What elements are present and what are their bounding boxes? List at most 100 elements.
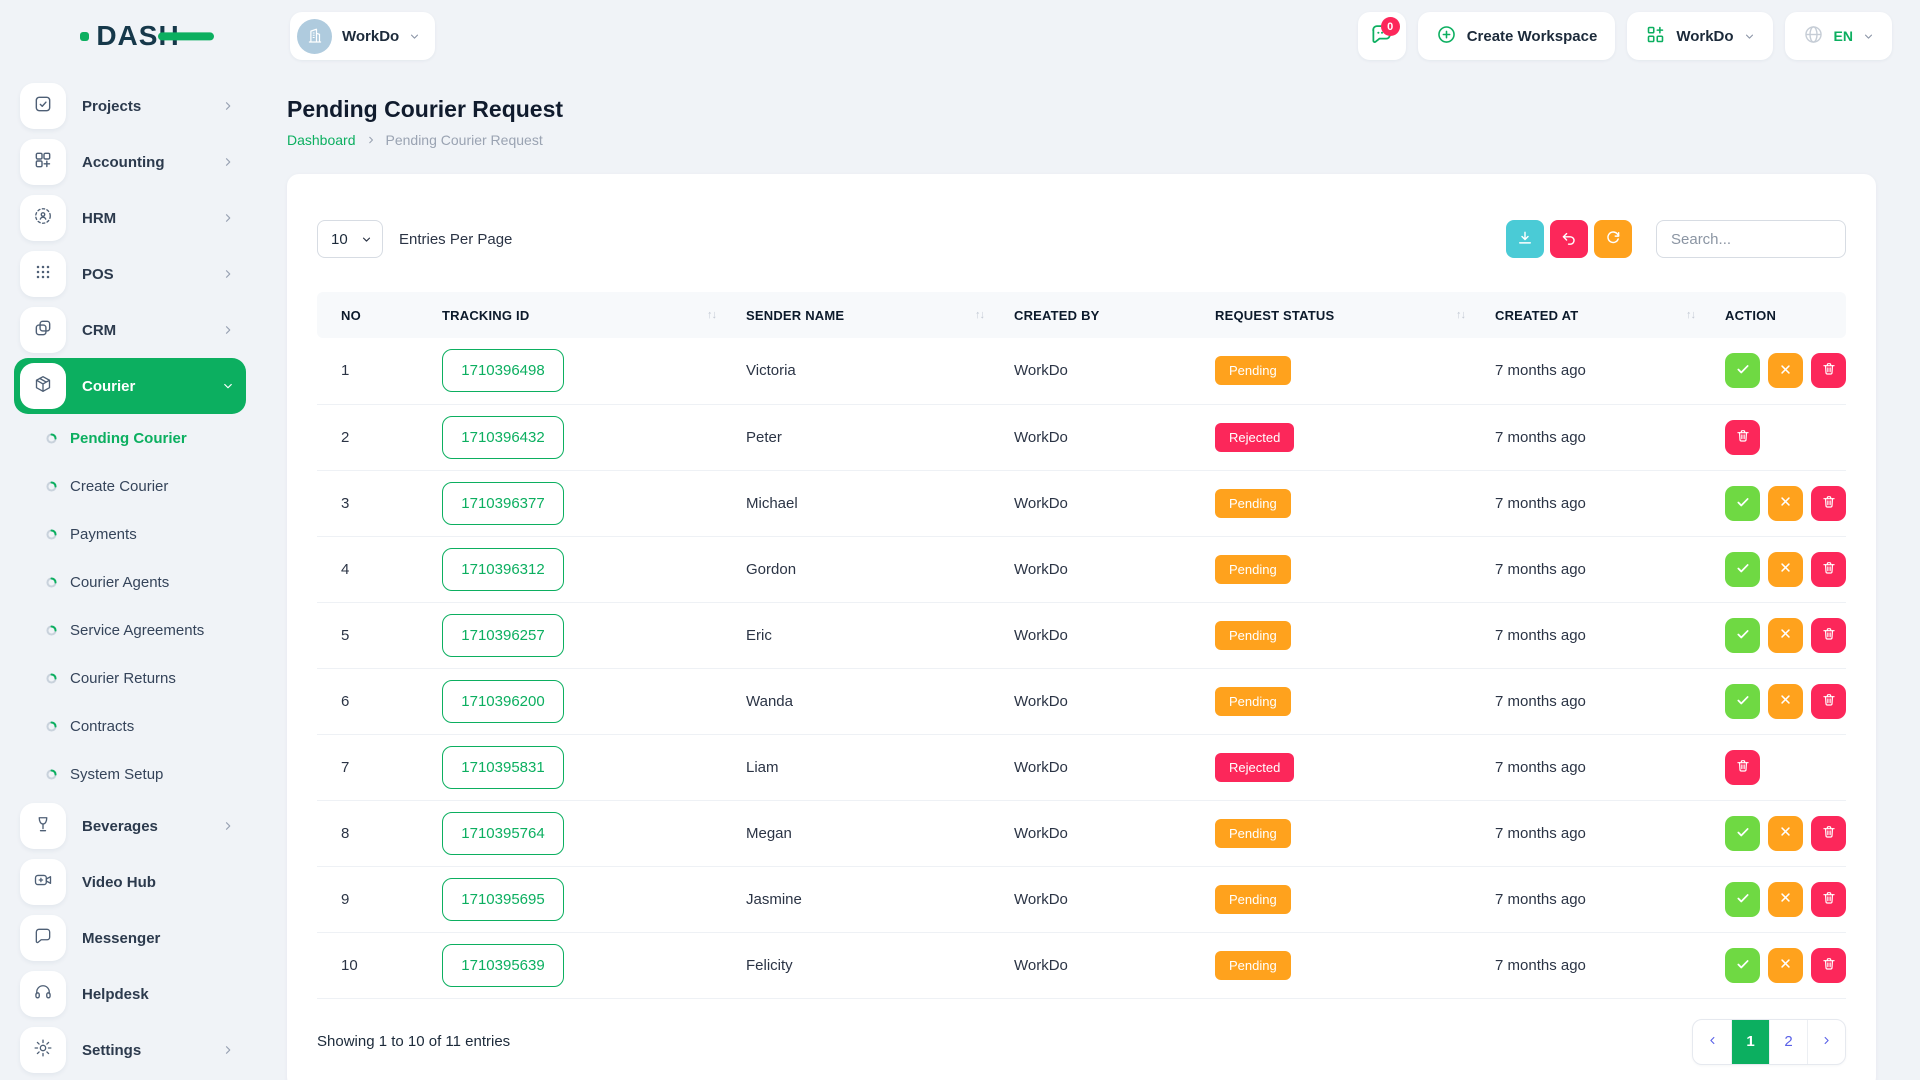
delete-button[interactable] (1811, 618, 1846, 653)
approve-button[interactable] (1725, 684, 1760, 719)
reject-button[interactable] (1768, 948, 1803, 983)
workdo-menu-button[interactable]: WorkDo (1627, 12, 1772, 60)
undo-toolbar-button[interactable] (1550, 220, 1588, 258)
page-button-2[interactable]: 2 (1769, 1020, 1807, 1064)
approve-button[interactable] (1725, 948, 1760, 983)
trash-icon (1821, 824, 1837, 843)
reject-button[interactable] (1768, 552, 1803, 587)
workspace-selector[interactable]: WorkDo (290, 12, 435, 60)
search-input[interactable] (1656, 220, 1846, 258)
sidebar-subitem-courier-agents[interactable]: Courier Agents (14, 558, 246, 606)
tracking-id-button[interactable]: 1710396312 (442, 548, 564, 591)
cell-no: 5 (317, 602, 442, 668)
sidebar-subitem-courier-returns[interactable]: Courier Returns (14, 654, 246, 702)
sidebar-item-icon (33, 374, 53, 399)
reject-button[interactable] (1768, 882, 1803, 917)
reject-button[interactable] (1768, 684, 1803, 719)
sidebar-item-pos[interactable]: POS (14, 246, 246, 302)
messages-button[interactable]: 0 (1358, 12, 1406, 60)
next-page-button[interactable] (1807, 1020, 1845, 1064)
sort-icon[interactable]: ↑↓ (1686, 309, 1695, 321)
sidebar-subitem-service-agreements[interactable]: Service Agreements (14, 606, 246, 654)
column-header-action[interactable]: ACTION (1725, 292, 1846, 338)
approve-button[interactable] (1725, 486, 1760, 521)
language-label: EN (1834, 28, 1853, 44)
delete-button[interactable] (1811, 486, 1846, 521)
reject-button[interactable] (1768, 816, 1803, 851)
sort-icon[interactable]: ↑↓ (707, 309, 716, 321)
tracking-id-button[interactable]: 1710395764 (442, 812, 564, 855)
sidebar-subitem-label: Pending Courier (70, 430, 187, 447)
sidebar-item-hrm[interactable]: HRM (14, 190, 246, 246)
delete-button[interactable] (1725, 750, 1760, 785)
sidebar-item-helpdesk[interactable]: Helpdesk (14, 966, 246, 1022)
breadcrumb-current: Pending Courier Request (386, 132, 543, 148)
column-header-request-status[interactable]: REQUEST STATUS ↑↓ (1215, 292, 1495, 338)
cell-created-at: 7 months ago (1495, 536, 1725, 602)
sidebar-item-crm[interactable]: CRM (14, 302, 246, 358)
delete-button[interactable] (1811, 552, 1846, 587)
delete-button[interactable] (1725, 420, 1760, 455)
approve-button[interactable] (1725, 618, 1760, 653)
sort-icon[interactable]: ↑↓ (975, 309, 984, 321)
sort-icon[interactable]: ↑↓ (1456, 309, 1465, 321)
delete-button[interactable] (1811, 816, 1846, 851)
tracking-id-button[interactable]: 1710396200 (442, 680, 564, 723)
sidebar-subitem-create-courier[interactable]: Create Courier (14, 462, 246, 510)
sidebar-item-courier[interactable]: Courier (14, 358, 246, 414)
courier-requests-table: NO TRACKING ID ↑↓ SENDER NAME ↑↓ CREATED… (317, 292, 1846, 999)
tracking-id-button[interactable]: 1710395639 (442, 944, 564, 987)
reject-button[interactable] (1768, 353, 1803, 388)
create-workspace-button[interactable]: Create Workspace (1418, 12, 1616, 60)
table-row: 5 1710396257 Eric WorkDo Pending 7 month… (317, 602, 1846, 668)
column-header-created-at[interactable]: CREATED AT ↑↓ (1495, 292, 1725, 338)
bullet-icon (46, 481, 57, 492)
sidebar-item-settings[interactable]: Settings (14, 1022, 246, 1078)
sidebar-item-video-hub[interactable]: Video Hub (14, 854, 246, 910)
reject-button[interactable] (1768, 618, 1803, 653)
language-button[interactable]: EN (1785, 12, 1892, 60)
column-header-created-by[interactable]: CREATED BY (1014, 292, 1215, 338)
column-header-sender-name[interactable]: SENDER NAME ↑↓ (746, 292, 1014, 338)
sidebar-item-accounting[interactable]: Accounting (14, 134, 246, 190)
export-toolbar-button[interactable] (1506, 220, 1544, 258)
delete-button[interactable] (1811, 948, 1846, 983)
tracking-id-button[interactable]: 1710396432 (442, 416, 564, 459)
sidebar-subitem-pending-courier[interactable]: Pending Courier (14, 414, 246, 462)
delete-button[interactable] (1811, 684, 1846, 719)
sidebar-item-icon (33, 814, 53, 839)
workspace-label: WorkDo (342, 28, 399, 45)
delete-button[interactable] (1811, 882, 1846, 917)
column-header-no[interactable]: NO (317, 292, 442, 338)
breadcrumb-dashboard-link[interactable]: Dashboard (287, 132, 356, 148)
table-row: 1 1710396498 Victoria WorkDo Pending 7 m… (317, 338, 1846, 404)
page-button-1[interactable]: 1 (1731, 1020, 1769, 1064)
column-header-tracking-id[interactable]: TRACKING ID ↑↓ (442, 292, 746, 338)
breadcrumb: Dashboard Pending Courier Request (287, 132, 1876, 148)
tracking-id-button[interactable]: 1710396257 (442, 614, 564, 657)
tracking-id-button[interactable]: 1710396377 (442, 482, 564, 525)
sidebar-subitem-payments[interactable]: Payments (14, 510, 246, 558)
sidebar-item-projects[interactable]: Projects (14, 78, 246, 134)
sidebar-item-messenger[interactable]: Messenger (14, 910, 246, 966)
entries-per-page-select[interactable]: 10 (317, 220, 383, 258)
tracking-id-button[interactable]: 1710396498 (442, 349, 564, 392)
tracking-id-button[interactable]: 1710395831 (442, 746, 564, 789)
approve-button[interactable] (1725, 552, 1760, 587)
reject-button[interactable] (1768, 486, 1803, 521)
tracking-id-button[interactable]: 1710395695 (442, 878, 564, 921)
approve-button[interactable] (1725, 353, 1760, 388)
table-row: 8 1710395764 Megan WorkDo Pending 7 mont… (317, 800, 1846, 866)
cell-created-at: 7 months ago (1495, 734, 1725, 800)
approve-button[interactable] (1725, 882, 1760, 917)
pagination: 12 (1692, 1019, 1846, 1065)
previous-page-button[interactable] (1693, 1020, 1731, 1064)
delete-button[interactable] (1811, 353, 1846, 388)
sidebar-subitem-system-setup[interactable]: System Setup (14, 750, 246, 798)
sidebar-item-beverages[interactable]: Beverages (14, 798, 246, 854)
sidebar-item-label: Accounting (82, 154, 206, 171)
entries-per-page-value: 10 (331, 231, 348, 248)
refresh-toolbar-button[interactable] (1594, 220, 1632, 258)
sidebar-subitem-contracts[interactable]: Contracts (14, 702, 246, 750)
approve-button[interactable] (1725, 816, 1760, 851)
